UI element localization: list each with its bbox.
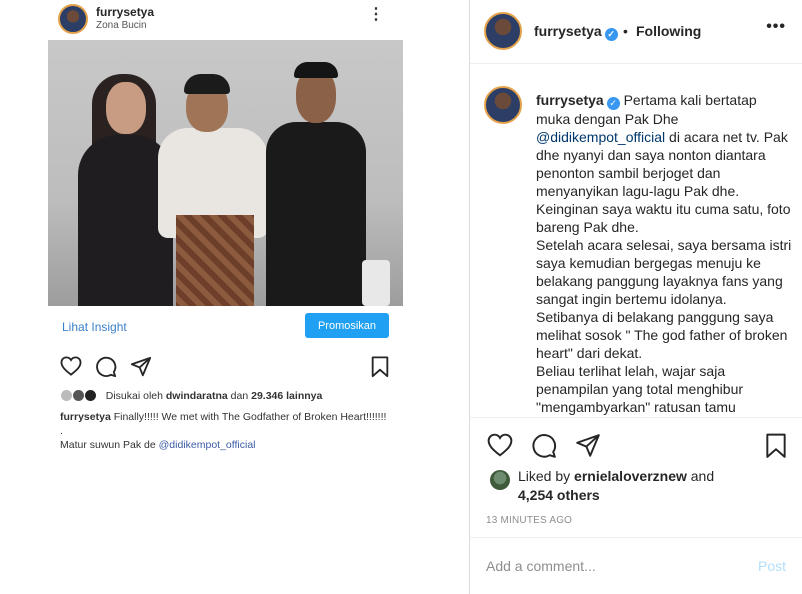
embedded-liker-avatar (71, 389, 85, 402)
caption-mention-link[interactable]: @didikempot_official (536, 129, 665, 145)
embedded-avatar (58, 4, 88, 34)
author-username[interactable]: furrysetya ✓ (534, 23, 618, 41)
bookmark-icon[interactable] (765, 433, 787, 459)
embedded-likes-text: Disukai oleh dwindaratna dan 29.346 lain… (105, 389, 323, 402)
share-icon[interactable] (575, 433, 601, 459)
likes-count-link[interactable]: 4,254 others (518, 487, 600, 503)
photo-person-center-sarong (176, 215, 254, 306)
author-username-text[interactable]: furrysetya (534, 23, 602, 39)
liked-by-line: Liked by ernielaloverznew and (518, 468, 715, 484)
caption-text: furrysetya ✓ Pertama kali bertatap muka d… (536, 91, 792, 416)
liked-by-username[interactable]: ernielaloverznew (574, 468, 687, 484)
embedded-insight-link: Lihat Insight (62, 320, 127, 334)
embedded-caption: furrysetya Finally!!!!! We met with The … (60, 410, 390, 452)
embedded-likes-line: Disukai oleh dwindaratna dan 29.346 lain… (60, 389, 400, 405)
header-separator: • (623, 23, 628, 39)
embedded-insight-bar: Lihat Insight Promosikan (48, 308, 403, 346)
following-button[interactable]: Following (636, 23, 701, 39)
caption-verified-badge-icon: ✓ (606, 97, 620, 110)
embedded-liker-avatar (83, 389, 97, 402)
embedded-caption-user: furrysetya (60, 411, 111, 423)
photo-trash-bin (362, 260, 390, 306)
comment-icon[interactable] (531, 433, 557, 459)
embedded-share-icon (130, 356, 152, 377)
author-avatar[interactable] (484, 12, 522, 50)
like-heart-icon[interactable] (487, 433, 513, 457)
comment-composer: Post (470, 537, 802, 594)
liker-avatar[interactable] (490, 470, 510, 490)
embedded-caption-dot: . (60, 425, 63, 437)
caption-username[interactable]: furrysetya (536, 92, 604, 108)
photo-person-left-face (106, 82, 146, 134)
caption-scroll-area[interactable]: furrysetya ✓ Pertama kali bertatap muka d… (470, 64, 802, 416)
post-comment-button[interactable]: Post (758, 558, 786, 574)
embedded-post-header: furrysetya Zona Bucin ⋮ (58, 4, 398, 36)
verified-badge-icon: ✓ (604, 28, 618, 41)
embedded-post-photo (48, 40, 403, 306)
photo-person-center-hair (184, 74, 230, 94)
more-options-icon[interactable]: ••• (766, 18, 786, 36)
embedded-username: furrysetya (96, 5, 155, 19)
embedded-caption-mention: @didikempot_official (158, 439, 256, 451)
embedded-heart-icon (60, 356, 82, 376)
caption-part-3: Setelah acara selesai, saya bersama istr… (536, 237, 792, 361)
likes-summary: Liked by ernielaloverznew and 4,254 othe… (470, 466, 802, 510)
post-detail-panel: furrysetya ✓ • Following ••• furrysetya ✓ … (470, 0, 802, 594)
caption-part-4: Beliau terlihat lelah, wajar saja penamp… (536, 363, 744, 415)
embedded-caption-text: Finally!!!!! We met with The Godfather o… (113, 411, 387, 423)
embedded-comment-icon (96, 356, 117, 378)
post-timestamp: 13 MINUTES AGO (486, 515, 573, 526)
embedded-action-bar (58, 356, 398, 380)
embedded-location: Zona Bucin (96, 20, 147, 31)
photo-person-right (266, 122, 366, 306)
embedded-promote-button: Promosikan (305, 313, 389, 338)
embedded-more-icon: ⋮ (368, 6, 384, 23)
post-header: furrysetya ✓ • Following ••• (470, 0, 802, 64)
post-action-bar (470, 417, 802, 469)
embedded-bookmark-icon (371, 356, 389, 378)
comment-input[interactable] (486, 555, 736, 577)
embedded-post-screenshot: furrysetya Zona Bucin ⋮ Lihat Insight Pr… (0, 0, 470, 594)
embedded-caption-line3: Matur suwun Pak de (60, 439, 156, 451)
caption-author-avatar[interactable] (484, 86, 522, 124)
photo-person-right-hair (294, 62, 338, 78)
